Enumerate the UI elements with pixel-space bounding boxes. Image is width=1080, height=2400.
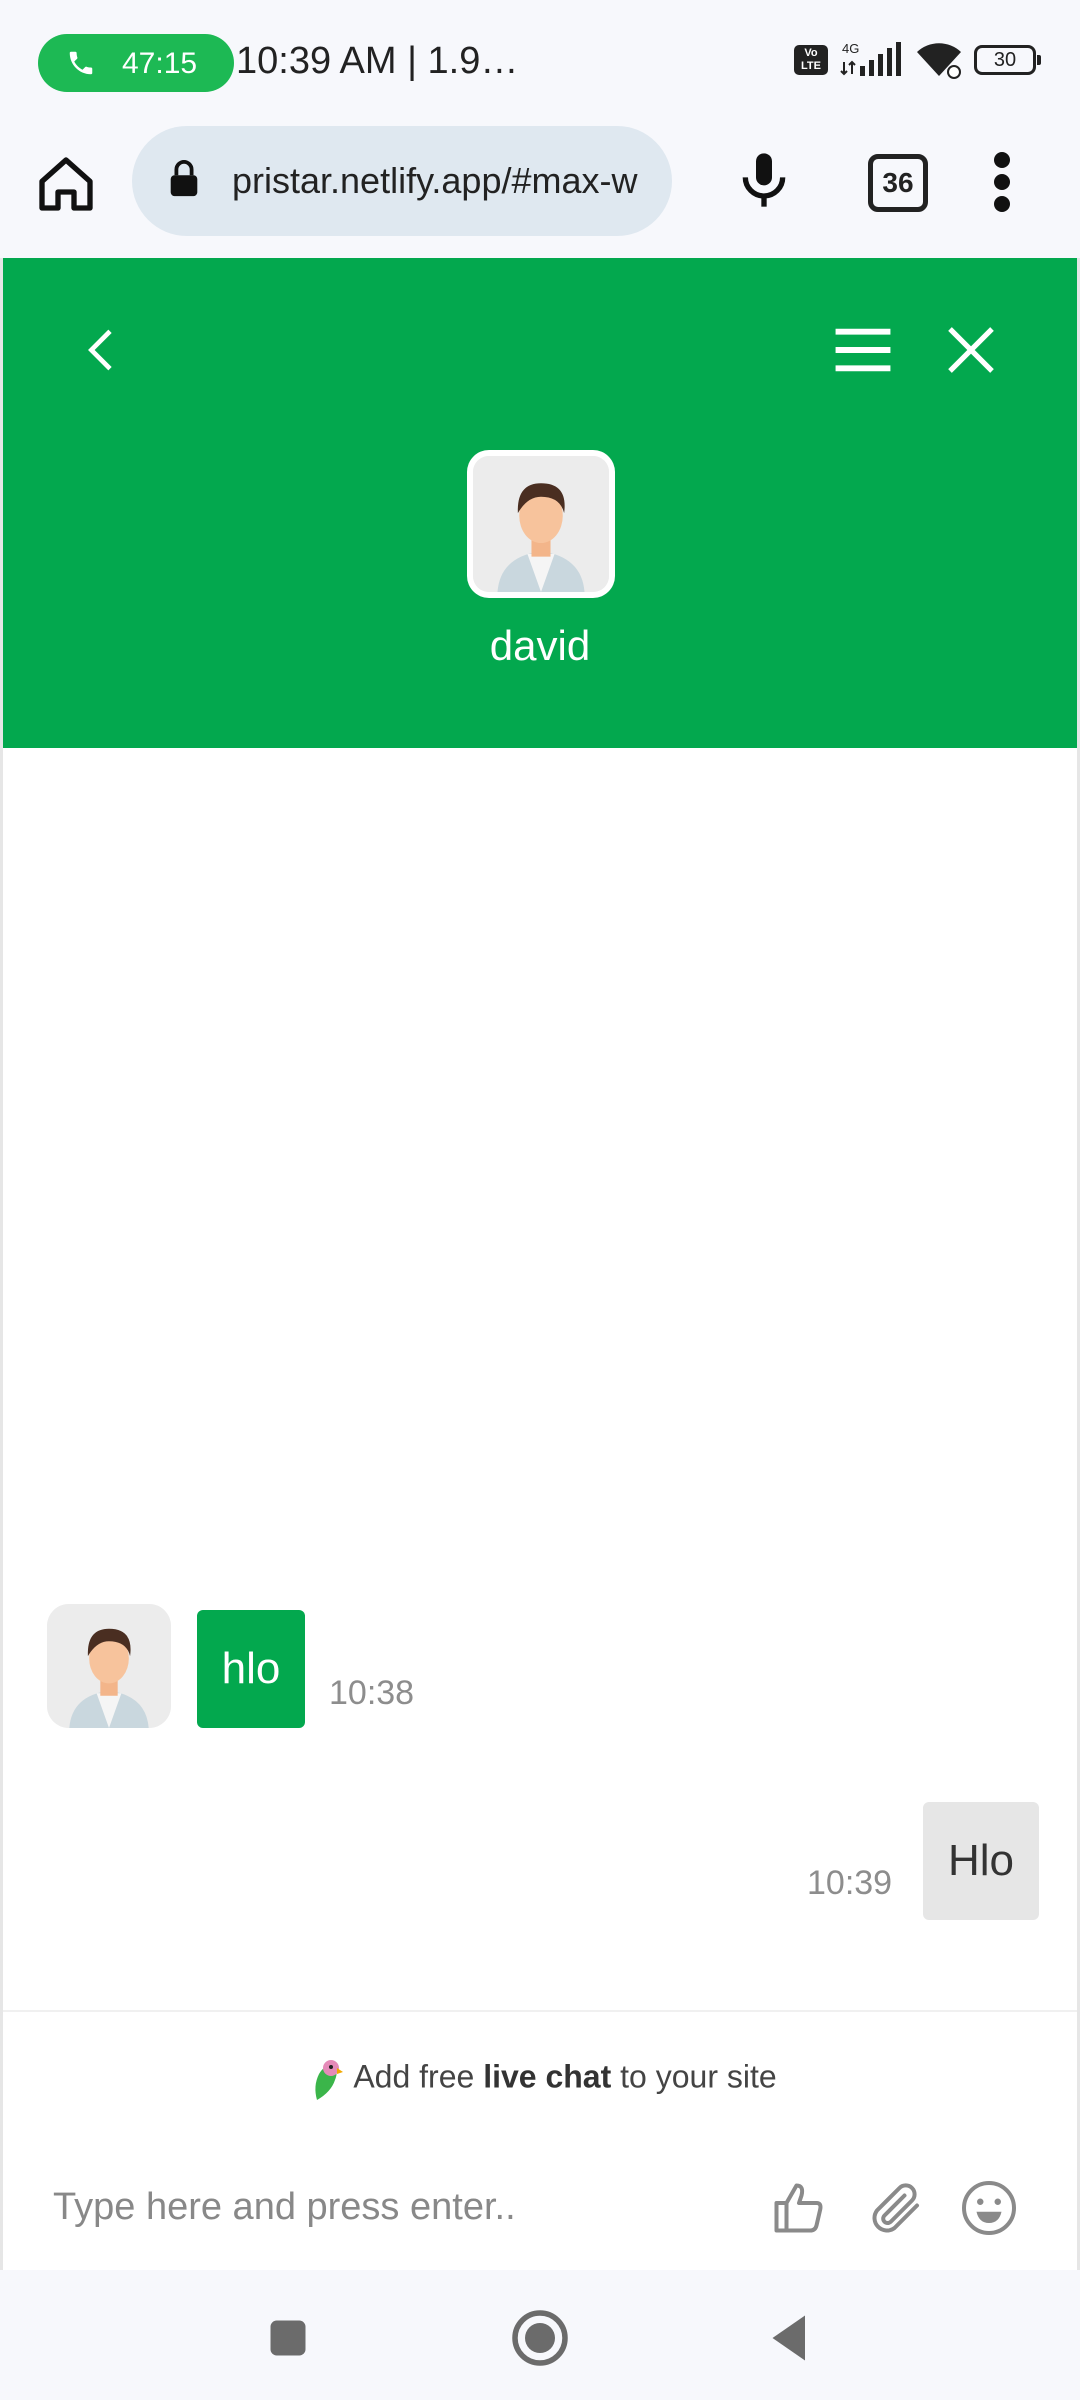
visitor-message-bubble: Hlo (923, 1802, 1039, 1920)
close-icon[interactable] (943, 322, 999, 378)
address-bar[interactable]: pristar.netlify.app/#max-w (132, 126, 672, 236)
promo-suffix: to your site (611, 2058, 777, 2095)
ongoing-call-pill[interactable]: 47:15 (38, 34, 234, 92)
message-composer (3, 2126, 1077, 2270)
message-input[interactable] (51, 2176, 735, 2238)
home-icon[interactable] (34, 152, 98, 216)
paperclip-icon[interactable] (867, 2178, 927, 2238)
person-avatar-icon (47, 1604, 171, 1728)
divider (3, 2010, 1077, 2012)
back-nav-icon[interactable] (760, 2308, 820, 2368)
chat-widget: david hlo 10:38 10:39 Hlo Add free live … (0, 258, 1080, 2270)
agent-name: david (489, 622, 591, 669)
message-timestamp: 10:39 (807, 1864, 893, 1902)
agent-avatar (467, 450, 615, 598)
status-time: 10:39 AM | 1.9… (236, 40, 519, 82)
lock-icon (170, 160, 198, 197)
status-icons: Vo LTE 4G 30 (794, 40, 1041, 80)
message-timestamp: 10:38 (329, 1674, 415, 1712)
promo-prefix: Add free (353, 2058, 484, 2095)
volte-icon: Vo LTE (794, 45, 828, 75)
call-timer: 47:15 (122, 47, 198, 80)
home-nav-icon[interactable] (510, 2308, 570, 2368)
battery-icon: 30 (974, 45, 1041, 75)
phone-icon (69, 51, 93, 75)
person-avatar-icon (473, 456, 609, 592)
emoji-icon[interactable] (959, 2178, 1019, 2238)
menu-icon[interactable] (831, 322, 895, 378)
promo-link[interactable]: Add free live chat to your site (3, 2056, 1077, 2102)
status-bar: 47:15 10:39 AM | 1.9… Vo LTE 4G 30 (0, 0, 1080, 126)
operator-avatar (47, 1604, 171, 1728)
more-options-icon[interactable] (980, 150, 1024, 214)
promo-bold: live chat (483, 2058, 612, 2095)
back-chevron-icon[interactable] (75, 322, 131, 378)
thumbs-up-icon[interactable] (769, 2178, 829, 2238)
parrot-logo-icon (315, 2060, 344, 2100)
recents-icon[interactable] (258, 2308, 318, 2368)
microphone-icon[interactable] (732, 148, 796, 212)
tab-switcher-button[interactable]: 36 (868, 154, 928, 212)
wifi-icon (917, 43, 961, 79)
operator-message-bubble: hlo (197, 1610, 305, 1728)
network-type: 4G (842, 41, 859, 56)
browser-toolbar: pristar.netlify.app/#max-w 36 (0, 126, 1080, 258)
url-text: pristar.netlify.app/#max-w (232, 160, 638, 201)
system-navigation-bar (0, 2270, 1080, 2400)
signal-icon: 4G (840, 41, 901, 76)
chat-header: david (3, 258, 1077, 748)
